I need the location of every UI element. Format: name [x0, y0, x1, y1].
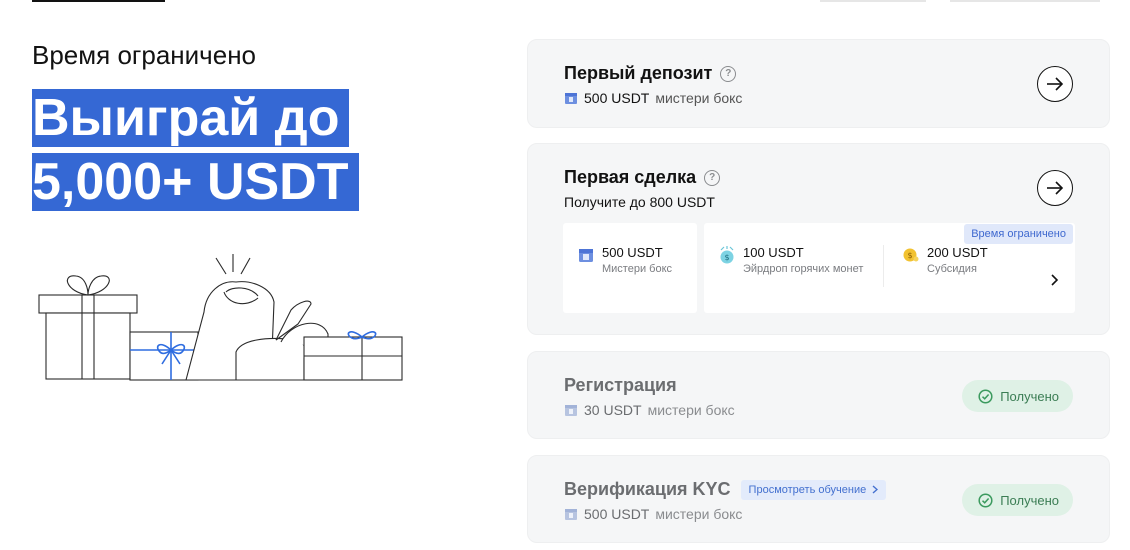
reward-item: $ 200 USDT Субсидия — [902, 245, 988, 276]
hero-headline: Выиграй до 5,000+ USDT — [32, 86, 392, 214]
hero-eyebrow: Время ограничено — [32, 40, 257, 70]
airdrop-coin-icon: $ — [720, 246, 734, 264]
help-icon[interactable]: ? — [704, 169, 721, 186]
check-circle-icon — [978, 388, 993, 404]
mystery-box-icon — [565, 405, 577, 416]
arrow-right-icon — [1047, 181, 1064, 195]
go-arrow-button[interactable] — [1037, 66, 1073, 102]
task-reward: 500 USDT мистери бокс — [564, 90, 742, 106]
divider — [883, 245, 884, 287]
svg-text:$: $ — [724, 253, 729, 262]
task-card-first-trade[interactable]: Первая сделка ? Получите до 800 USDT 500… — [527, 143, 1110, 335]
received-status-badge: Получено — [962, 484, 1073, 516]
task-title: Верификация KYC Просмотреть обучение — [564, 479, 887, 500]
view-tutorial-link[interactable]: Просмотреть обучение — [740, 479, 887, 500]
mystery-box-icon — [579, 249, 593, 262]
mystery-box-icon — [565, 509, 577, 520]
reward-item: $ 100 USDT Эйрдроп горячих монет — [718, 245, 868, 276]
header-button-partial[interactable] — [950, 0, 1100, 2]
task-title: Первый депозит ? — [564, 63, 737, 84]
task-title: Первая сделка ? — [564, 167, 721, 188]
reward-item: 500 USDT Мистери бокс — [577, 245, 672, 276]
reward-box-mystery: 500 USDT Мистери бокс — [563, 223, 697, 313]
help-icon[interactable]: ? — [720, 65, 737, 82]
task-reward: 30 USDT мистери бокс — [564, 402, 735, 418]
task-reward: 500 USDT мистери бокс — [564, 506, 742, 522]
arrow-right-icon — [1047, 77, 1064, 91]
active-tab-underline — [32, 0, 165, 2]
subsidy-coin-icon: $ — [903, 248, 919, 262]
gift-boxes-illustration — [38, 254, 403, 381]
received-status-badge: Получено — [962, 380, 1073, 412]
header-button-partial[interactable] — [820, 0, 926, 2]
check-circle-icon — [978, 492, 993, 508]
svg-text:$: $ — [907, 251, 912, 260]
task-subtitle: Получите до 800 USDT — [564, 194, 715, 210]
task-card-kyc: Верификация KYC Просмотреть обучение 500… — [527, 455, 1110, 543]
limited-time-badge: Время ограничено — [964, 224, 1073, 244]
task-card-first-deposit[interactable]: Первый депозит ? 500 USDT мистери бокс — [527, 39, 1110, 128]
chevron-right-icon[interactable] — [1049, 273, 1059, 287]
go-arrow-button[interactable] — [1037, 170, 1073, 206]
chevron-right-icon — [872, 485, 879, 494]
task-title: Регистрация — [564, 375, 677, 395]
mystery-box-icon — [565, 93, 577, 104]
task-card-registration: Регистрация 30 USDT мистери бокс Получен… — [527, 351, 1110, 439]
